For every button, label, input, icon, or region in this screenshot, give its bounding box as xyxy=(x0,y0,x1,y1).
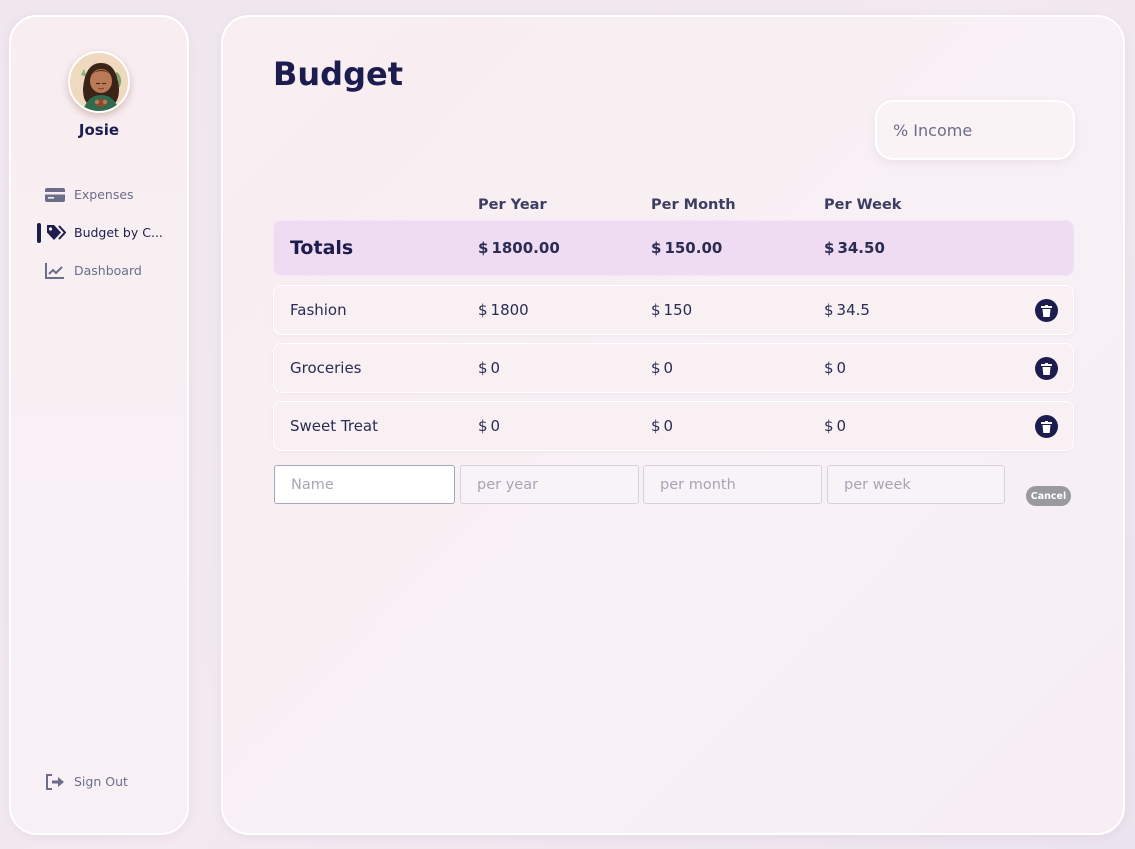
new-per-week-input[interactable] xyxy=(827,465,1005,504)
value: 0 xyxy=(836,417,847,435)
column-header-per-week: Per Week xyxy=(824,197,902,213)
value: 34.5 xyxy=(836,301,870,319)
totals-row: Totals $1800.00 $150.00 $34.50 xyxy=(273,220,1074,276)
currency-symbol: $ xyxy=(824,239,835,257)
totals-per-year: $1800.00 xyxy=(478,239,560,257)
per-year-value: $1800 xyxy=(478,301,529,319)
sidebar-item-label: Budget by C... xyxy=(74,225,163,240)
sidebar-item-label: Dashboard xyxy=(74,263,142,278)
delete-button[interactable] xyxy=(1035,415,1058,438)
currency-symbol: $ xyxy=(478,239,489,257)
per-week-value: $34.5 xyxy=(824,301,870,319)
budget-row: Groceries $0 $0 $0 xyxy=(273,343,1074,393)
income-percent-input[interactable] xyxy=(875,100,1075,160)
value: 0 xyxy=(663,417,674,435)
new-category-name-input[interactable] xyxy=(274,465,455,504)
new-per-month-input[interactable] xyxy=(643,465,822,504)
per-month-value: $0 xyxy=(651,359,673,377)
currency-symbol: $ xyxy=(478,359,488,377)
value: 0 xyxy=(490,417,501,435)
currency-symbol: $ xyxy=(651,359,661,377)
page-title: Budget xyxy=(273,55,403,93)
line-chart-icon xyxy=(45,263,64,279)
currency-symbol: $ xyxy=(824,301,834,319)
value: 0 xyxy=(490,359,501,377)
value: 1800.00 xyxy=(491,239,560,257)
main-panel: Budget Per Year Per Month Per Week Total… xyxy=(221,15,1125,835)
currency-symbol: $ xyxy=(478,301,488,319)
sign-out-label: Sign Out xyxy=(74,774,128,789)
category-name: Groceries xyxy=(290,359,362,377)
currency-symbol: $ xyxy=(651,239,662,257)
budget-row: Sweet Treat $0 $0 $0 xyxy=(273,401,1074,451)
currency-symbol: $ xyxy=(478,417,488,435)
column-header-per-year: Per Year xyxy=(478,197,547,213)
sidebar-item-expenses[interactable]: Expenses xyxy=(11,182,187,208)
value: 150 xyxy=(663,301,693,319)
sidebar: Josie Expenses Budget by C... Dashboard xyxy=(9,15,189,835)
sidebar-item-budget[interactable]: Budget by C... xyxy=(11,220,187,246)
trash-icon xyxy=(1041,304,1052,317)
sidebar-item-label: Expenses xyxy=(74,187,134,202)
delete-button[interactable] xyxy=(1035,357,1058,380)
currency-symbol: $ xyxy=(651,417,661,435)
value: 0 xyxy=(663,359,674,377)
totals-per-month: $150.00 xyxy=(651,239,722,257)
user-avatar[interactable] xyxy=(68,51,130,113)
user-name: Josie xyxy=(78,121,120,139)
per-week-value: $0 xyxy=(824,359,846,377)
active-indicator xyxy=(37,223,41,243)
sign-out-icon xyxy=(46,774,64,790)
currency-symbol: $ xyxy=(824,359,834,377)
category-name: Sweet Treat xyxy=(290,417,378,435)
tags-icon xyxy=(47,225,66,240)
credit-card-icon xyxy=(45,188,65,202)
trash-icon xyxy=(1041,420,1052,433)
value: 34.50 xyxy=(837,239,885,257)
per-year-value: $0 xyxy=(478,417,500,435)
delete-button[interactable] xyxy=(1035,299,1058,322)
new-per-year-input[interactable] xyxy=(460,465,639,504)
sign-out-button[interactable]: Sign Out xyxy=(11,769,187,795)
value: 1800 xyxy=(490,301,529,319)
totals-per-week: $34.50 xyxy=(824,239,885,257)
currency-symbol: $ xyxy=(824,417,834,435)
trash-icon xyxy=(1041,362,1052,375)
per-year-value: $0 xyxy=(478,359,500,377)
currency-symbol: $ xyxy=(651,301,661,319)
column-header-per-month: Per Month xyxy=(651,197,736,213)
budget-row: Fashion $1800 $150 $34.5 xyxy=(273,285,1074,335)
per-week-value: $0 xyxy=(824,417,846,435)
value: 150.00 xyxy=(664,239,723,257)
category-name: Fashion xyxy=(290,301,347,319)
per-month-value: $0 xyxy=(651,417,673,435)
per-month-value: $150 xyxy=(651,301,692,319)
avatar-illustration xyxy=(70,53,128,111)
sidebar-item-dashboard[interactable]: Dashboard xyxy=(11,258,187,284)
value: 0 xyxy=(836,359,847,377)
totals-label: Totals xyxy=(290,237,354,259)
cancel-button[interactable]: Cancel xyxy=(1026,486,1071,506)
